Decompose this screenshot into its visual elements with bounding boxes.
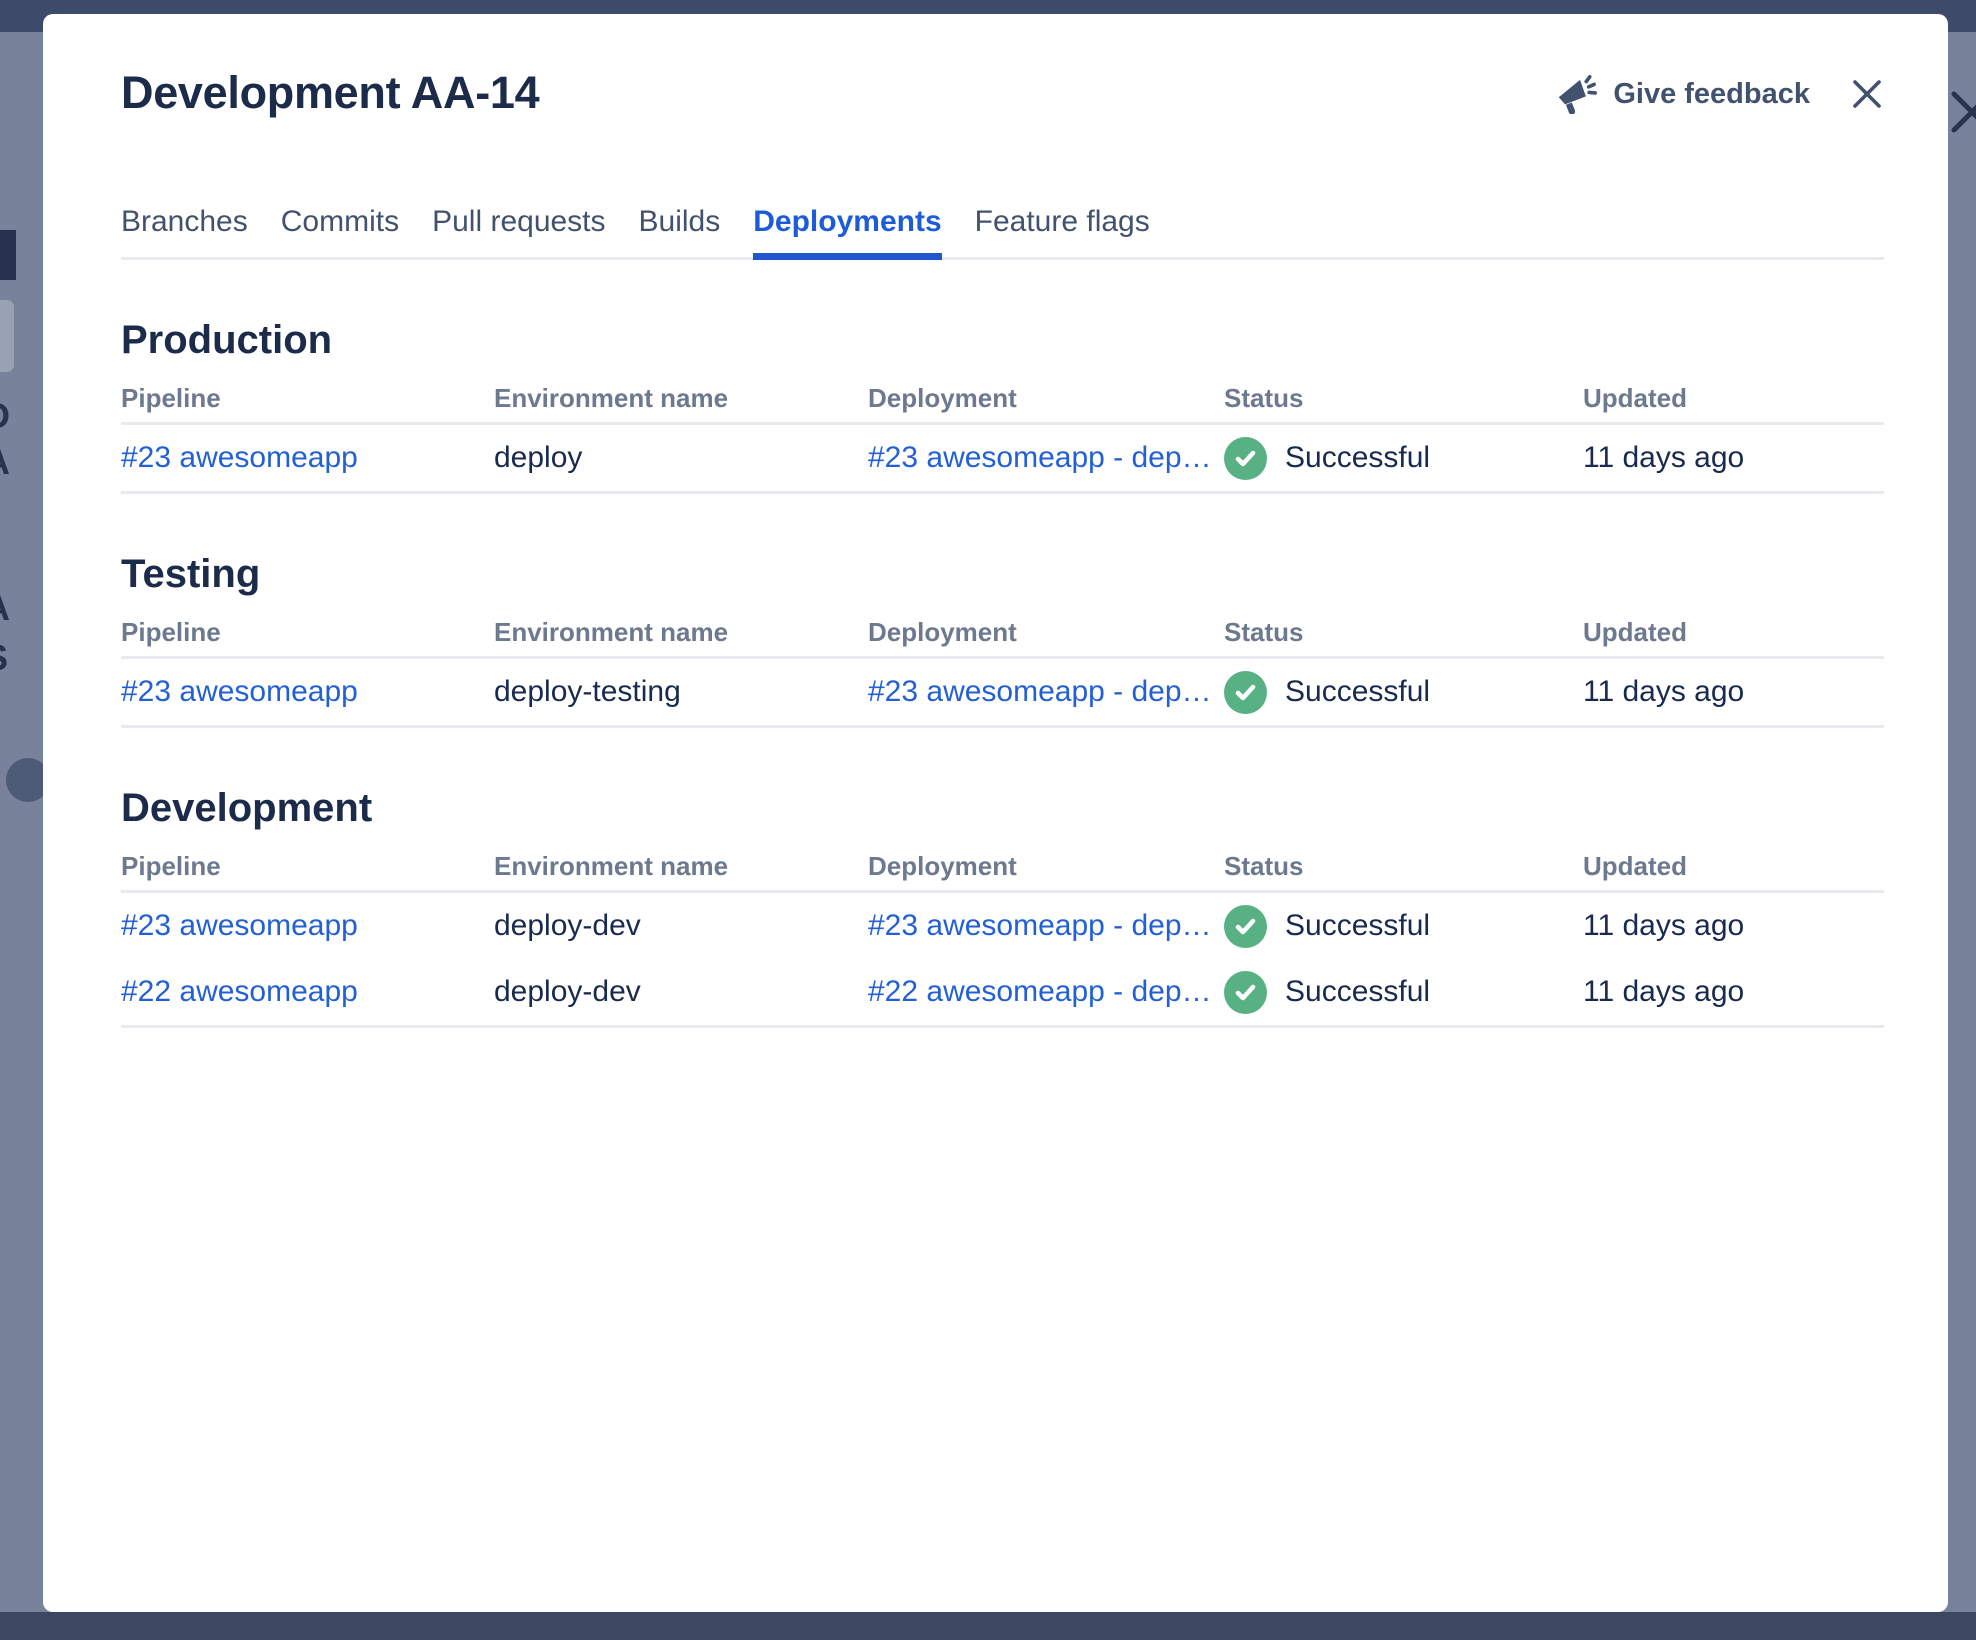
column-header-pipeline: Pipeline: [121, 851, 221, 881]
column-header-deployment: Deployment: [868, 383, 1017, 413]
pipeline-link[interactable]: #23 awesomeapp: [121, 675, 358, 708]
section-testing: Testing Pipeline Environment name Deploy…: [121, 550, 1884, 728]
dialog-header-actions: Give feedback: [1555, 74, 1884, 115]
table-row: #23 awesomeapp deploy-testing #23 awesom…: [121, 659, 1884, 725]
background-page-fragment: [0, 230, 16, 280]
updated-label: 11 days ago: [1583, 909, 1745, 942]
pipeline-link[interactable]: #22 awesomeapp: [121, 975, 358, 1008]
close-icon: [1850, 80, 1884, 114]
section-heading: Production: [121, 318, 333, 362]
tab-deployments[interactable]: Deployments: [753, 204, 942, 260]
status-badge: Successful: [1224, 670, 1583, 714]
column-header-environment: Environment name: [494, 383, 729, 413]
table-body: #23 awesomeapp deploy #23 awesomeapp - d…: [121, 425, 1884, 494]
status-badge: Successful: [1224, 970, 1583, 1014]
dialog-header: Development AA-14 Give feedback: [121, 66, 1884, 120]
section-development: Development Pipeline Environment name De…: [121, 784, 1884, 1028]
check-circle-icon: [1224, 436, 1267, 480]
tab-commits[interactable]: Commits: [281, 204, 399, 257]
background-page-fragment: [0, 300, 14, 372]
column-header-updated: Updated: [1583, 617, 1687, 647]
deployment-link[interactable]: #22 awesomeapp - dep…: [868, 975, 1212, 1008]
table-row: #22 awesomeapp deploy-dev #22 awesomeapp…: [121, 959, 1884, 1025]
column-header-status: Status: [1224, 851, 1304, 881]
status-label: Successful: [1285, 441, 1431, 474]
column-header-status: Status: [1224, 617, 1304, 647]
deployments-dialog: Development AA-14 Give feedback Branches…: [43, 14, 1948, 1612]
status-label: Successful: [1285, 975, 1431, 1008]
check-circle-icon: [1224, 670, 1267, 714]
updated-label: 11 days ago: [1583, 975, 1745, 1008]
column-header-deployment: Deployment: [868, 851, 1017, 881]
environment-name: deploy-dev: [494, 975, 641, 1008]
table-header-row: Pipeline Environment name Deployment Sta…: [121, 616, 1884, 659]
tab-branches[interactable]: Branches: [121, 204, 248, 257]
tab-feature-flags[interactable]: Feature flags: [975, 204, 1150, 257]
column-header-updated: Updated: [1583, 383, 1687, 413]
column-header-pipeline: Pipeline: [121, 617, 221, 647]
status-label: Successful: [1285, 909, 1431, 942]
check-circle-icon: [1224, 970, 1267, 1014]
check-circle-icon: [1224, 904, 1267, 948]
give-feedback-button[interactable]: Give feedback: [1555, 74, 1810, 115]
pipeline-link[interactable]: #23 awesomeapp: [121, 441, 358, 474]
table-row: #23 awesomeapp deploy #23 awesomeapp - d…: [121, 425, 1884, 491]
deployment-link[interactable]: #23 awesomeapp - dep…: [868, 675, 1212, 708]
environment-name: deploy-testing: [494, 675, 681, 708]
deployment-link[interactable]: #23 awesomeapp - dep…: [868, 441, 1212, 474]
column-header-environment: Environment name: [494, 617, 729, 647]
table-body: #23 awesomeapp deploy-testing #23 awesom…: [121, 659, 1884, 728]
table-row: #23 awesomeapp deploy-dev #23 awesomeapp…: [121, 893, 1884, 959]
background-close-icon: [1946, 86, 1976, 138]
section-heading: Development: [121, 786, 373, 830]
tab-pull-requests[interactable]: Pull requests: [432, 204, 605, 257]
close-button[interactable]: [1850, 77, 1884, 111]
column-header-environment: Environment name: [494, 851, 729, 881]
pipeline-link[interactable]: #23 awesomeapp: [121, 909, 358, 942]
background-page-text-fragment: D: [0, 398, 10, 434]
environment-name: deploy: [494, 441, 583, 474]
background-page-bottom-band: [0, 1612, 1976, 1640]
column-header-deployment: Deployment: [868, 617, 1017, 647]
updated-label: 11 days ago: [1583, 675, 1745, 708]
tab-bar: Branches Commits Pull requests Builds De…: [121, 204, 1884, 260]
column-header-status: Status: [1224, 383, 1304, 413]
table-header-row: Pipeline Environment name Deployment Sta…: [121, 382, 1884, 425]
table-header-row: Pipeline Environment name Deployment Sta…: [121, 850, 1884, 893]
section-production: Production Pipeline Environment name Dep…: [121, 316, 1884, 494]
background-page-text-fragment: S: [0, 640, 8, 676]
column-header-updated: Updated: [1583, 851, 1687, 881]
page-title: Development AA-14: [121, 67, 540, 118]
megaphone-icon: [1555, 74, 1598, 115]
table-body: #23 awesomeapp deploy-dev #23 awesomeapp…: [121, 893, 1884, 1028]
status-badge: Successful: [1224, 904, 1583, 948]
status-badge: Successful: [1224, 436, 1583, 480]
deployment-link[interactable]: #23 awesomeapp - dep…: [868, 909, 1212, 942]
background-page-text-fragment: A: [0, 444, 10, 480]
environment-name: deploy-dev: [494, 909, 641, 942]
background-page-text-fragment: A: [0, 590, 10, 626]
give-feedback-label: Give feedback: [1613, 77, 1810, 110]
section-heading: Testing: [121, 552, 261, 596]
status-label: Successful: [1285, 675, 1431, 708]
column-header-pipeline: Pipeline: [121, 383, 221, 413]
updated-label: 11 days ago: [1583, 441, 1745, 474]
tab-builds[interactable]: Builds: [639, 204, 721, 257]
